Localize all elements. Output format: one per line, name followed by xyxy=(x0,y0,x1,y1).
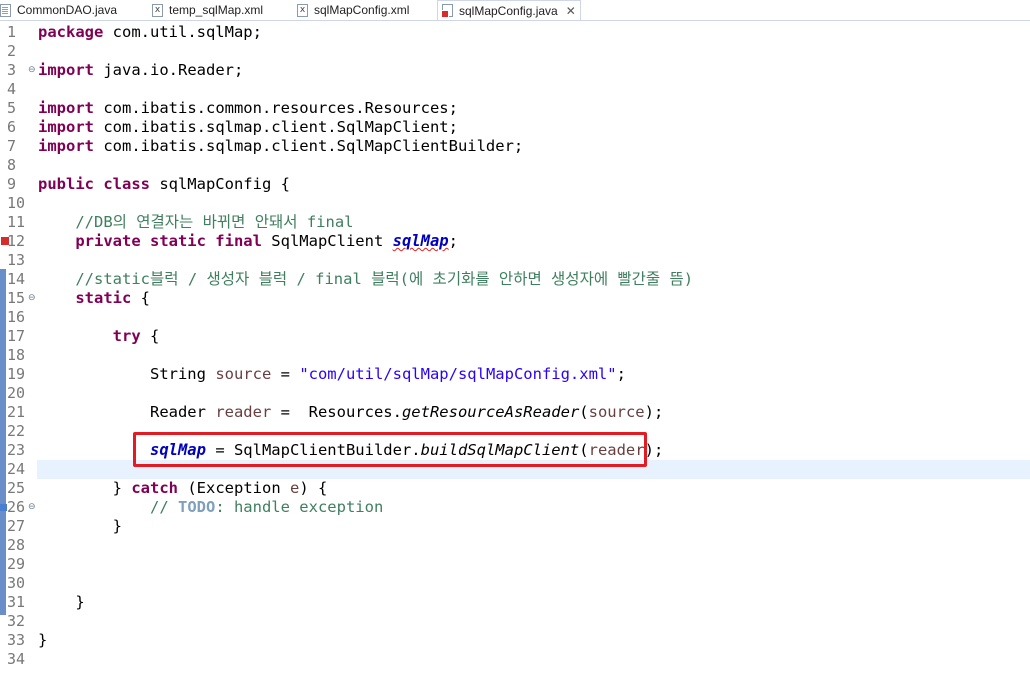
line-number: 10 xyxy=(7,194,26,212)
close-icon[interactable]: ✕ xyxy=(566,4,576,18)
code-line-27: } xyxy=(112,517,122,535)
line-number: 31 xyxy=(7,593,26,611)
tab-sqlmapconfig-java[interactable]: sqlMapConfig.java ✕ xyxy=(437,0,581,20)
code-line-3: import java.io.Reader; xyxy=(38,61,244,79)
line-number: 6 xyxy=(7,118,17,136)
change-marker xyxy=(0,269,6,615)
code-line-17: try { xyxy=(112,327,160,345)
task-marker-icon[interactable] xyxy=(0,504,7,511)
line-number: 1 xyxy=(7,23,17,41)
code-line-31: } xyxy=(75,593,85,611)
code-line-14: //static블럭 / 생성자 블럭 / final 블럭(에 초기화를 안하… xyxy=(75,270,694,288)
line-number: 28 xyxy=(7,536,26,554)
line-number: 26 xyxy=(7,498,26,516)
code-line-6: import com.ibatis.sqlmap.client.SqlMapCl… xyxy=(38,118,458,136)
editor-tab-bar: CommonDAO.java x temp_sqlMap.xml x sqlMa… xyxy=(0,0,1030,21)
code-line-1: package com.util.sqlMap; xyxy=(38,23,262,41)
line-number: 21 xyxy=(7,403,26,421)
fold-icon[interactable]: ⊖ xyxy=(28,61,36,80)
line-number: 24 xyxy=(7,460,26,478)
tab-sqlmapconfig-xml[interactable]: x sqlMapConfig.xml xyxy=(297,0,409,20)
code-line-5: import com.ibatis.common.resources.Resou… xyxy=(38,99,458,117)
line-number: 13 xyxy=(7,251,26,269)
tab-label: temp_sqlMap.xml xyxy=(169,3,264,17)
tab-label: sqlMapConfig.java xyxy=(459,3,558,18)
line-number: 14 xyxy=(7,270,26,288)
line-number: 9 xyxy=(7,175,17,193)
code-line-9: public class sqlMapConfig { xyxy=(38,175,290,193)
java-file-icon xyxy=(0,3,11,17)
line-number: 5 xyxy=(7,99,17,117)
line-number: 17 xyxy=(7,327,26,345)
code-line-15: static { xyxy=(75,289,150,307)
line-number: 2 xyxy=(7,42,17,60)
code-line-21: Reader reader = Resources.getResourceAsR… xyxy=(149,403,664,421)
tab-label: CommonDAO.java xyxy=(17,3,118,17)
line-number: 34 xyxy=(7,650,26,668)
code-line-7: import com.ibatis.sqlmap.client.SqlMapCl… xyxy=(38,137,524,155)
line-number: 4 xyxy=(7,80,17,98)
line-number: 22 xyxy=(7,422,26,440)
line-number: 30 xyxy=(7,574,26,592)
line-number: 7 xyxy=(7,137,17,155)
line-number: 29 xyxy=(7,555,26,573)
code-line-33: } xyxy=(38,631,48,649)
xml-file-icon: x xyxy=(152,3,163,17)
code-line-19: String source = "com/util/sqlMap/sqlMapC… xyxy=(149,365,626,383)
fold-icon[interactable]: ⊖ xyxy=(28,289,36,308)
code-line-25: } catch (Exception e) { xyxy=(112,479,328,497)
tab-label: sqlMapConfig.xml xyxy=(314,3,410,17)
line-number: 19 xyxy=(7,365,26,383)
code-line-26: // TODO: handle exception xyxy=(149,498,384,516)
code-line-12: private static final SqlMapClient sqlMap… xyxy=(75,232,458,250)
line-number: 8 xyxy=(7,156,17,174)
line-number: 12 xyxy=(7,232,26,250)
line-number: 18 xyxy=(7,346,26,364)
line-number: 25 xyxy=(7,479,26,497)
line-number: 16 xyxy=(7,308,26,326)
tab-temp-sqlmap-xml[interactable]: x temp_sqlMap.xml xyxy=(152,0,263,20)
line-number: 3 xyxy=(7,61,17,79)
fold-icon[interactable]: ⊖ xyxy=(28,498,36,517)
tab-commondao-java[interactable]: CommonDAO.java xyxy=(0,0,117,20)
java-error-file-icon xyxy=(441,4,453,18)
xml-file-icon: x xyxy=(297,3,308,17)
line-number: 11 xyxy=(7,213,26,231)
code-line-11: //DB의 연결자는 바뀌면 안돼서 final xyxy=(75,213,354,231)
code-editor[interactable]: 1 2 3 4 5 6 7 8 9 10 11 12 13 14 15 16 17 18 19 20 21 22 23 24 2… xyxy=(0,21,1030,682)
line-number: 15 xyxy=(7,289,26,307)
line-number: 23 xyxy=(7,441,26,459)
line-number: 27 xyxy=(7,517,26,535)
line-number: 32 xyxy=(7,612,26,630)
line-number: 33 xyxy=(7,631,26,649)
line-number: 20 xyxy=(7,384,26,402)
highlight-box xyxy=(133,432,647,467)
